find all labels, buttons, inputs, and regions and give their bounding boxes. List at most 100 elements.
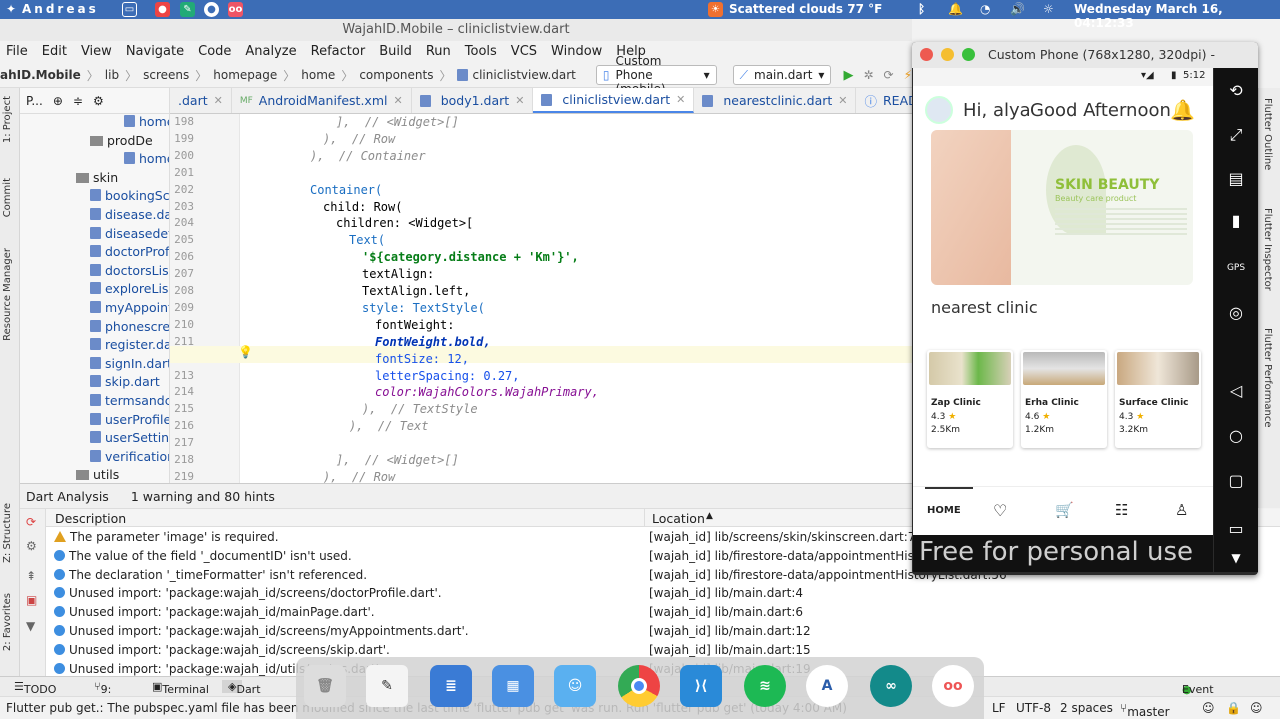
- code-line[interactable]: ], // <Widget>[]: [336, 453, 459, 467]
- android-studio-icon[interactable]: A: [806, 665, 848, 707]
- hot-reload-icon[interactable]: ⚡: [904, 68, 912, 82]
- tree-item[interactable]: register.da: [90, 337, 169, 352]
- line-ending[interactable]: LF: [992, 701, 1006, 715]
- docs-icon[interactable]: ≣: [430, 665, 472, 707]
- home-icon[interactable]: ○: [1224, 423, 1248, 447]
- code-line[interactable]: ), // Row: [323, 470, 395, 483]
- tree-item[interactable]: disease.da: [90, 207, 169, 222]
- code-line[interactable]: letterSpacing: 0.27,: [375, 369, 520, 383]
- crumb-lib[interactable]: lib: [105, 68, 119, 82]
- profile-icon[interactable]: ♙: [1175, 501, 1188, 519]
- beeper-icon[interactable]: oo: [932, 665, 974, 707]
- memory-icon[interactable]: ☺: [1250, 701, 1263, 715]
- tree-item[interactable]: homePa: [124, 151, 169, 166]
- gear-icon[interactable]: ⚙: [26, 539, 37, 553]
- smiley-icon[interactable]: ☺: [1202, 701, 1215, 715]
- tool-terminal[interactable]: ▣ Terminal: [152, 680, 209, 696]
- run-icon[interactable]: ▶: [843, 68, 853, 83]
- heart-icon[interactable]: ♡: [993, 501, 1007, 520]
- datetime[interactable]: Wednesday March 16, 04:12:33: [1074, 2, 1280, 30]
- close-icon[interactable]: ✕: [838, 94, 847, 107]
- crumb-project[interactable]: ahID.Mobile: [0, 68, 81, 82]
- code-editor[interactable]: 198 199 200 201 202 203 204 205 206 207 208 209 210 2…: [170, 114, 912, 483]
- gear-icon[interactable]: ⚙: [93, 94, 104, 108]
- brightness-icon[interactable]: ☼: [1043, 2, 1054, 16]
- menu-vcs[interactable]: VCS: [511, 41, 537, 63]
- tree-item[interactable]: termsandc: [90, 393, 169, 408]
- lightbulb-icon[interactable]: 💡: [238, 345, 253, 359]
- close-icon[interactable]: ✕: [515, 94, 524, 107]
- tree-item[interactable]: bookingSc: [90, 188, 169, 203]
- tree-item[interactable]: home: [124, 114, 169, 129]
- cart-icon[interactable]: 🛒: [1055, 501, 1074, 519]
- code-line[interactable]: textAlign:: [362, 267, 434, 281]
- beeper-tray-icon[interactable]: oo: [228, 2, 243, 17]
- debug-icon[interactable]: ✲: [863, 68, 873, 82]
- code-line[interactable]: FontWeight.bold,: [375, 335, 491, 349]
- tab-structure[interactable]: Z: Structure: [2, 503, 13, 563]
- close-icon[interactable]: ✕: [393, 94, 402, 107]
- tree-item[interactable]: userSetting: [90, 430, 169, 445]
- vscode-icon[interactable]: ⟩⟨: [680, 665, 722, 707]
- tab-project[interactable]: 1: Project: [2, 96, 13, 143]
- textedit-icon[interactable]: ✎: [366, 665, 408, 707]
- indent[interactable]: 2 spaces: [1060, 701, 1113, 715]
- tool-todo[interactable]: ☰ TODO: [14, 680, 56, 696]
- battery-control-icon[interactable]: ▮: [1224, 208, 1248, 232]
- tree-item[interactable]: exploreLis: [90, 281, 168, 296]
- camera-icon[interactable]: ◎: [1224, 300, 1248, 324]
- tab-resource-manager[interactable]: Resource Manager: [2, 248, 13, 341]
- feather-tray-icon[interactable]: ✎: [180, 2, 195, 17]
- clinic-card[interactable]: Surface Clinic 4.3 ★ 3.2Km: [1115, 350, 1201, 448]
- scale-icon[interactable]: ⤢: [1224, 123, 1248, 147]
- tree-item[interactable]: skip.dart: [90, 374, 160, 389]
- column-description[interactable]: Description: [55, 511, 126, 526]
- tab-favorites[interactable]: 2: Favorites: [2, 593, 13, 651]
- crumb-file[interactable]: cliniclistview.dart: [457, 68, 576, 82]
- menu-icon[interactable]: ▭: [1224, 516, 1248, 540]
- bluetooth-icon[interactable]: ᛒ: [918, 2, 925, 16]
- finder-icon[interactable]: ☺: [554, 665, 596, 707]
- chrome-tray-icon[interactable]: ●: [155, 2, 170, 17]
- maximize-window-icon[interactable]: [962, 48, 975, 61]
- menu-file[interactable]: File: [6, 41, 28, 63]
- locate-icon[interactable]: ⊕: [53, 94, 63, 108]
- analysis-row[interactable]: Unused import: 'package:wajah_id/screens…: [46, 622, 1280, 641]
- nav-home[interactable]: HOME: [927, 505, 961, 516]
- code-line[interactable]: fontSize: 12,: [375, 352, 469, 366]
- weather-text[interactable]: Scattered clouds 77 °F: [729, 2, 882, 16]
- code-line[interactable]: TextAlign.left,: [362, 284, 470, 298]
- chrome-icon[interactable]: [618, 665, 660, 707]
- close-icon[interactable]: ✕: [214, 94, 223, 107]
- banner-card[interactable]: SKIN BEAUTY Beauty care product: [931, 130, 1193, 285]
- menu-code[interactable]: Code: [198, 41, 231, 63]
- code-line[interactable]: ), // TextStyle: [362, 402, 478, 416]
- profile-icon[interactable]: ⟳: [884, 68, 894, 82]
- code-line[interactable]: '${category.distance + 'Km'}',: [362, 250, 579, 264]
- code-line[interactable]: ), // Container: [310, 149, 426, 163]
- code-line[interactable]: ), // Text: [349, 419, 428, 433]
- encoding[interactable]: UTF-8: [1016, 701, 1051, 715]
- volume-icon[interactable]: 🔊: [1010, 2, 1025, 16]
- tree-item[interactable]: doctorProf: [90, 244, 169, 259]
- code-line[interactable]: Container(: [310, 183, 382, 197]
- column-location[interactable]: Location: [652, 511, 705, 526]
- tree-item[interactable]: skin: [76, 170, 118, 185]
- avatar[interactable]: [925, 96, 953, 124]
- code-line[interactable]: children: <Widget>[: [336, 216, 473, 230]
- minimize-window-icon[interactable]: [941, 48, 954, 61]
- clinic-card[interactable]: Erha Clinic 4.6 ★ 1.2Km: [1021, 350, 1107, 448]
- phone-screen[interactable]: ▾◢ ▮ 5:12 Hi, alya Good Afternoon 🔔 SKIN…: [913, 68, 1213, 572]
- bell-icon[interactable]: 🔔: [1170, 98, 1195, 122]
- code-line[interactable]: ), // Row: [323, 132, 395, 146]
- back-icon[interactable]: ◁: [1224, 378, 1248, 402]
- tree-item[interactable]: utils: [76, 467, 119, 482]
- rotate-icon[interactable]: ⟲: [1224, 78, 1248, 102]
- menu-refactor[interactable]: Refactor: [311, 41, 366, 63]
- run-config-selector[interactable]: ⟋ main.dart ▾: [732, 65, 832, 85]
- tree-item[interactable]: doctorsLis: [90, 263, 169, 278]
- tree-item[interactable]: prodDe: [90, 133, 153, 148]
- app-launcher-icon[interactable]: ▦: [492, 665, 534, 707]
- menu-analyze[interactable]: Analyze: [245, 41, 296, 63]
- crumb-home[interactable]: home: [301, 68, 335, 82]
